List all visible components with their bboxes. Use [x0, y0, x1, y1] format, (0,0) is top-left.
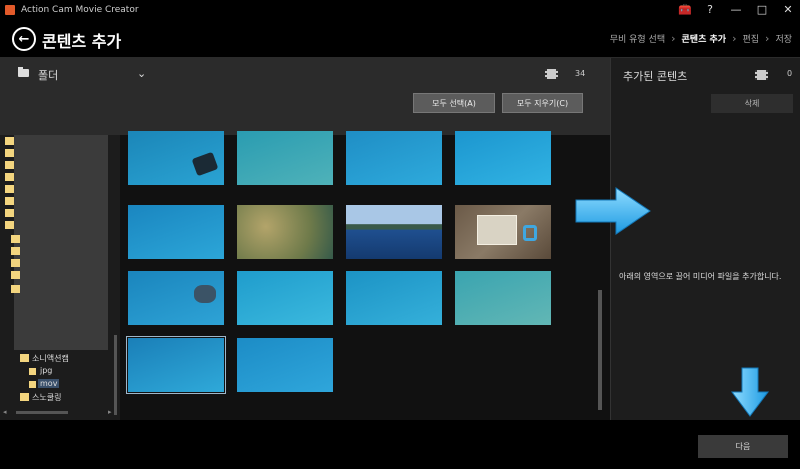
app-logo — [5, 5, 15, 15]
folder-icon — [5, 149, 14, 157]
folder-icon — [11, 285, 20, 293]
folder-icon — [20, 393, 29, 401]
page-title: 콘텐츠 추가 — [42, 32, 122, 51]
step-add-content[interactable]: 콘텐츠 추가 — [682, 32, 727, 45]
step-breadcrumb: 무비 유형 선택 › 콘텐츠 추가 › 편집 › 저장 — [610, 32, 792, 45]
toolbox-icon[interactable]: 🧰 — [678, 0, 692, 20]
thumbnail-underwater[interactable] — [346, 131, 442, 185]
step-edit[interactable]: 편집 — [742, 32, 759, 45]
thumbnail-underwater[interactable] — [128, 205, 224, 259]
thumbnail-underwater[interactable] — [237, 271, 333, 325]
thumbnail-underwater[interactable] — [455, 131, 551, 185]
back-arrow-icon: ← — [18, 31, 30, 47]
action-bar: 모두 선택(A) 모두 지우기(C) — [0, 90, 610, 135]
minimize-icon[interactable]: — — [730, 0, 742, 20]
folder-icon — [29, 381, 36, 388]
tree-horizontal-scrollbar[interactable] — [16, 411, 68, 414]
chevron-right-icon: › — [732, 32, 737, 45]
folder-tree: 소니액션캠 jpg mov 스노쿨링 ◂ ▸ — [0, 135, 120, 420]
grid-vertical-scrollbar[interactable] — [598, 290, 602, 410]
window-controls: 🧰 ? — □ ✕ — [678, 0, 794, 20]
tree-item-jpg[interactable]: jpg — [40, 366, 52, 375]
select-all-button[interactable]: 모두 선택(A) — [413, 93, 495, 113]
thumbnail-reef[interactable] — [237, 131, 333, 185]
delete-button[interactable]: 삭제 — [711, 94, 793, 113]
footer: 다음 — [0, 420, 800, 469]
folder-icon — [11, 271, 20, 279]
title-bar: Action Cam Movie Creator 🧰 ? — □ ✕ — [0, 0, 800, 20]
folder-icon — [5, 209, 14, 217]
folder-icon — [5, 221, 14, 229]
panel-title: 추가된 콘텐츠 — [623, 70, 688, 83]
media-count: 34 — [575, 69, 586, 78]
tree-vertical-scrollbar[interactable] — [114, 335, 117, 415]
thumbnail-underwater-diver[interactable] — [128, 271, 224, 325]
app-title: Action Cam Movie Creator — [21, 5, 139, 15]
tree-item-snorkeling[interactable]: 스노쿨링 — [32, 392, 61, 403]
scroll-right-icon[interactable]: ▸ — [108, 408, 112, 416]
page-header: ← 콘텐츠 추가 무비 유형 선택 › 콘텐츠 추가 › 편집 › 저장 — [0, 20, 800, 58]
thumbnail-reef[interactable] — [455, 271, 551, 325]
thumbnail-underwater-diver[interactable] — [128, 131, 224, 185]
step-movie-type[interactable]: 무비 유형 선택 — [610, 32, 665, 45]
chevron-right-icon: › — [671, 32, 676, 45]
chevron-right-icon: › — [765, 32, 770, 45]
tree-item-sony-action-cam[interactable]: 소니액션캠 — [32, 353, 69, 364]
drop-hint: 아래의 영역으로 끌어 미디어 파일을 추가합니다. — [619, 272, 782, 281]
folder-icon — [11, 235, 20, 243]
folder-icon — [5, 197, 14, 205]
tree-item-mov[interactable]: mov — [38, 379, 60, 388]
thumbnail-underwater-surface[interactable] — [126, 336, 226, 394]
folder-icon — [5, 137, 14, 145]
folder-icon — [5, 161, 14, 169]
thumbnail-underwater-diver[interactable] — [346, 271, 442, 325]
folder-label: 폴더 — [38, 69, 59, 82]
clear-all-button[interactable]: 모두 지우기(C) — [502, 93, 583, 113]
added-count: 0 — [787, 69, 793, 78]
thumbnail-underwater[interactable] — [237, 338, 333, 392]
folder-icon — [11, 259, 20, 267]
film-icon — [755, 70, 768, 80]
content-browser: 폴더 ⌄ 34 모두 선택(A) 모두 지우기(C) 소니액션캠 jpg mov… — [0, 58, 610, 420]
folder-icon — [29, 368, 36, 375]
thumbnail-picnic-food[interactable] — [455, 205, 551, 259]
added-content-panel: 추가된 콘텐츠 0 삭제 아래의 영역으로 끌어 미디어 파일을 추가합니다. — [610, 58, 800, 420]
help-icon[interactable]: ? — [704, 0, 716, 20]
arrow-right-icon — [575, 187, 651, 235]
blurred-folder-list — [14, 135, 108, 350]
close-icon[interactable]: ✕ — [782, 0, 794, 20]
folder-icon — [5, 185, 14, 193]
folder-icon — [5, 173, 14, 181]
folder-bar: 폴더 ⌄ 34 — [0, 58, 610, 90]
folder-icon — [18, 67, 29, 77]
folder-icon — [20, 354, 29, 362]
chevron-down-icon[interactable]: ⌄ — [137, 67, 146, 80]
thumbnail-grid — [120, 131, 610, 420]
step-save[interactable]: 저장 — [775, 32, 792, 45]
back-button[interactable]: ← — [12, 27, 36, 51]
film-icon — [545, 69, 558, 79]
scroll-left-icon[interactable]: ◂ — [3, 408, 7, 416]
next-button[interactable]: 다음 — [698, 435, 788, 458]
arrow-down-icon — [731, 367, 769, 417]
thumbnail-coral-reef[interactable] — [237, 205, 333, 259]
thumbnail-sea-island[interactable] — [346, 205, 442, 259]
maximize-icon[interactable]: □ — [756, 0, 768, 20]
folder-icon — [11, 247, 20, 255]
